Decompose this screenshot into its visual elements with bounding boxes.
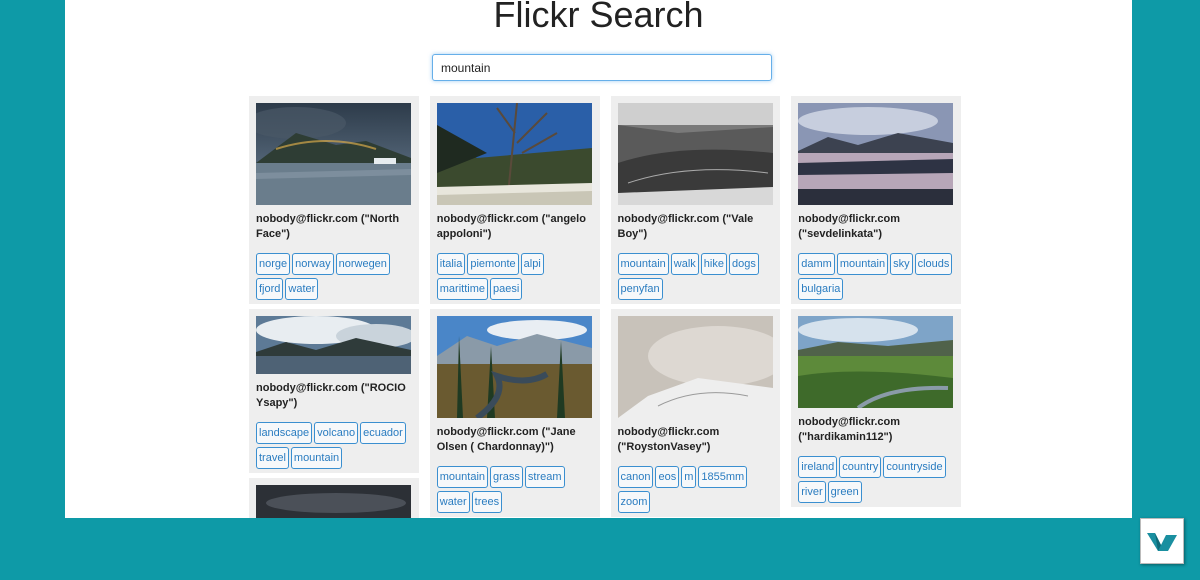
app-page: Flickr Search nobody@fl bbox=[65, 0, 1132, 518]
tag-button[interactable]: clouds bbox=[914, 253, 953, 275]
photo-card: nobody@flickr.com ("ROCIO Ysapy") landsc… bbox=[249, 309, 419, 473]
photo-card: nobody@flickr.com ("angelo appoloni") it… bbox=[429, 96, 600, 304]
photo-thumbnail[interactable] bbox=[256, 485, 411, 518]
results-column: nobody@flickr.com ("Vale Boy") mountain … bbox=[610, 96, 781, 518]
photo-card: nobody@flickr.com ("Jane Olsen ( Chardon… bbox=[429, 309, 600, 517]
tag-button[interactable]: norge bbox=[256, 253, 291, 275]
tag-button[interactable]: water bbox=[285, 278, 319, 300]
tag-button[interactable]: paesi bbox=[489, 278, 523, 300]
tag-button[interactable]: marittime bbox=[436, 278, 488, 300]
search-input[interactable] bbox=[432, 54, 772, 81]
photo-card: nobody@flickr.com ("hardikamin112") irel… bbox=[791, 309, 961, 507]
tag-button[interactable]: walk bbox=[670, 253, 699, 275]
photo-thumbnail[interactable] bbox=[798, 316, 954, 408]
tag-list: damm mountain sky clouds bulgaria bbox=[798, 253, 954, 300]
page-title: Flickr Search bbox=[493, 0, 704, 35]
tag-button[interactable]: ecuador bbox=[360, 422, 406, 444]
photo-author: nobody@flickr.com ("RoystonVasey") bbox=[617, 426, 720, 453]
photo-author: nobody@flickr.com ("angelo appoloni") bbox=[436, 213, 586, 240]
tag-list: mountain walk hike dogs penyfan bbox=[617, 253, 774, 300]
tag-button[interactable]: m bbox=[681, 466, 697, 488]
tag-button[interactable]: mountain bbox=[617, 253, 669, 275]
tag-button[interactable]: grass bbox=[490, 466, 523, 488]
photo-card bbox=[249, 478, 419, 518]
tag-list: italia piemonte alpi marittime paesi bbox=[436, 253, 593, 300]
tag-list: mountain grass stream water trees bbox=[436, 466, 593, 513]
tag-button[interactable]: country bbox=[839, 456, 882, 478]
tag-button[interactable]: stream bbox=[524, 466, 565, 488]
tag-button[interactable]: alpi bbox=[520, 253, 544, 275]
photo-thumbnail[interactable] bbox=[436, 103, 592, 205]
photo-thumbnail[interactable] bbox=[436, 316, 592, 418]
tag-button[interactable]: volcano bbox=[314, 422, 359, 444]
tag-button[interactable]: green bbox=[827, 481, 862, 503]
photo-thumbnail[interactable] bbox=[256, 316, 411, 374]
photo-card: nobody@flickr.com ("RoystonVasey") canon… bbox=[610, 309, 781, 517]
tag-button[interactable]: penyfan bbox=[617, 278, 663, 300]
tag-list: norge norway norwegen fjord water bbox=[256, 253, 412, 300]
photo-author: nobody@flickr.com ("Vale Boy") bbox=[617, 213, 754, 240]
results-column: nobody@flickr.com ("sevdelinkata") damm … bbox=[791, 96, 961, 518]
tag-button[interactable]: damm bbox=[798, 253, 835, 275]
tag-button[interactable]: eos bbox=[655, 466, 680, 488]
tag-button[interactable]: landscape bbox=[256, 422, 313, 444]
tag-list: landscape volcano ecuador travel mountai… bbox=[256, 422, 412, 469]
photo-author: nobody@flickr.com ("North Face") bbox=[256, 213, 400, 240]
tag-button[interactable]: sky bbox=[890, 253, 913, 275]
photo-thumbnail[interactable] bbox=[798, 103, 954, 205]
tag-button[interactable]: italia bbox=[436, 253, 466, 275]
tag-button[interactable]: countryside bbox=[883, 456, 946, 478]
photo-author: nobody@flickr.com ("Jane Olsen ( Chardon… bbox=[436, 426, 576, 453]
tag-button[interactable]: canon bbox=[617, 466, 654, 488]
photo-author: nobody@flickr.com ("sevdelinkata") bbox=[798, 213, 901, 240]
photo-thumbnail[interactable] bbox=[256, 103, 411, 205]
results-column: nobody@flickr.com ("North Face") norge n… bbox=[249, 96, 419, 518]
tag-button[interactable]: mountain bbox=[290, 447, 343, 469]
photo-author: nobody@flickr.com ("ROCIO Ysapy") bbox=[256, 382, 406, 409]
tag-button[interactable]: water bbox=[436, 491, 470, 513]
tag-button[interactable]: mountain bbox=[836, 253, 889, 275]
tag-list: canon eos m 1855mm zoom bbox=[617, 466, 774, 513]
tag-button[interactable]: travel bbox=[256, 447, 289, 469]
tag-button[interactable]: norway bbox=[292, 253, 334, 275]
tag-button[interactable]: river bbox=[798, 481, 826, 503]
photo-card: nobody@flickr.com ("Vale Boy") mountain … bbox=[610, 96, 781, 304]
tag-button[interactable]: zoom bbox=[617, 491, 651, 513]
tag-button[interactable]: bulgaria bbox=[798, 278, 844, 300]
photo-thumbnail[interactable] bbox=[617, 103, 773, 205]
tag-button[interactable]: ireland bbox=[798, 456, 838, 478]
tag-button[interactable]: hike bbox=[700, 253, 727, 275]
photo-author: nobody@flickr.com ("hardikamin112") bbox=[798, 416, 901, 443]
results-grid: nobody@flickr.com ("North Face") norge n… bbox=[249, 96, 961, 518]
tag-button[interactable]: 1855mm bbox=[698, 466, 748, 488]
tag-button[interactable]: piemonte bbox=[467, 253, 519, 275]
app-logo[interactable] bbox=[1140, 518, 1184, 564]
results-column: nobody@flickr.com ("angelo appoloni") it… bbox=[429, 96, 600, 518]
tag-button[interactable]: mountain bbox=[436, 466, 489, 488]
tag-button[interactable]: fjord bbox=[256, 278, 284, 300]
tag-button[interactable]: norwegen bbox=[335, 253, 390, 275]
photo-thumbnail[interactable] bbox=[617, 316, 773, 418]
photo-card: nobody@flickr.com ("North Face") norge n… bbox=[249, 96, 419, 304]
tag-list: ireland country countryside river green bbox=[798, 456, 954, 503]
tag-button[interactable]: dogs bbox=[728, 253, 759, 275]
logo-icon bbox=[1147, 533, 1177, 551]
tag-button[interactable]: trees bbox=[471, 491, 503, 513]
photo-card: nobody@flickr.com ("sevdelinkata") damm … bbox=[791, 96, 961, 304]
